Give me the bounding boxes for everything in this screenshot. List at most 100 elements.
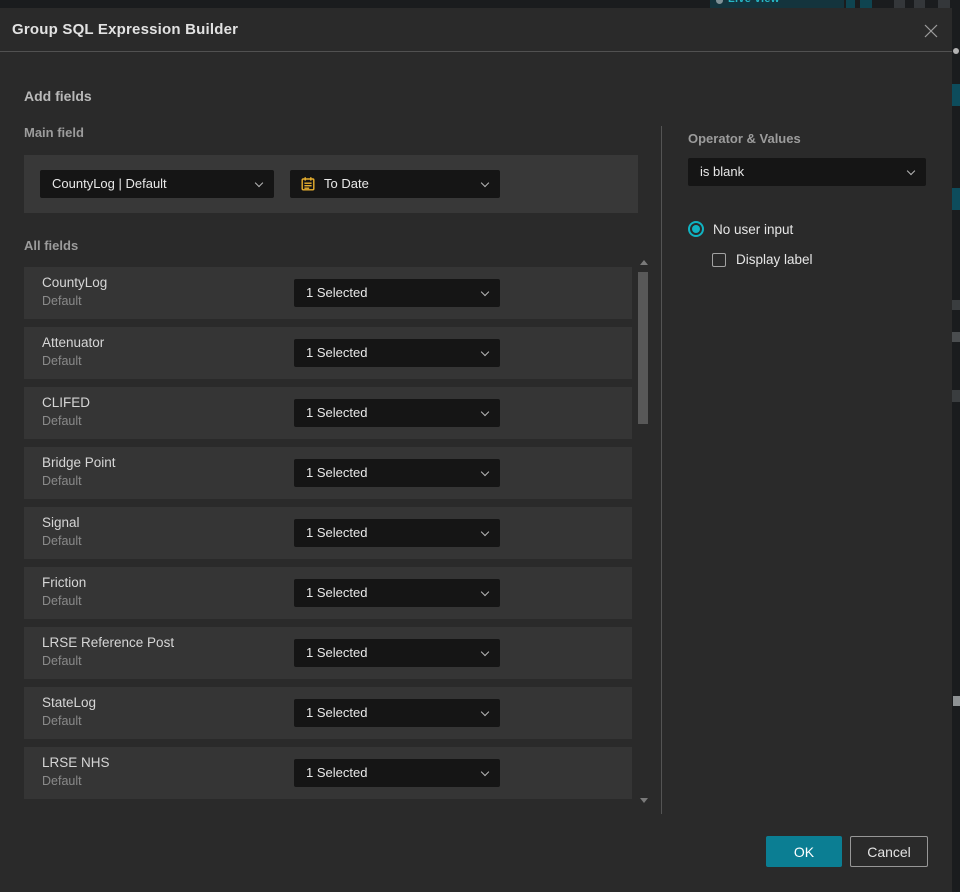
field-row-statelog: StateLog Default 1 Selected xyxy=(24,687,632,739)
ok-button[interactable]: OK xyxy=(766,836,842,867)
field-name: LRSE Reference Post xyxy=(42,635,175,650)
field-subtitle: Default xyxy=(42,534,82,548)
background-panel-fragment xyxy=(952,188,960,210)
chevron-down-icon xyxy=(480,287,490,297)
field-selected-dropdown[interactable]: 1 Selected xyxy=(294,339,500,367)
background-toolbar-fragment xyxy=(894,0,905,8)
close-button[interactable] xyxy=(920,20,942,42)
field-subtitle: Default xyxy=(42,354,82,368)
live-view-dot-icon xyxy=(716,0,723,4)
date-type-dropdown[interactable]: To Date xyxy=(290,170,500,198)
display-label-checkbox[interactable] xyxy=(712,252,726,267)
field-subtitle: Default xyxy=(42,294,82,308)
field-selected-dropdown[interactable]: 1 Selected xyxy=(294,519,500,547)
group-sql-expression-builder-dialog: Group SQL Expression Builder Add fields … xyxy=(0,8,952,892)
field-name: CountyLog xyxy=(42,275,108,290)
chevron-down-icon xyxy=(906,166,916,176)
main-field-container: CountyLog | Default To Date xyxy=(24,155,638,213)
field-selected-dropdown[interactable]: 1 Selected xyxy=(294,699,500,727)
all-fields-label: All fields xyxy=(24,238,79,253)
field-selected-dropdown[interactable]: 1 Selected xyxy=(294,759,500,787)
operator-values-label: Operator & Values xyxy=(688,131,801,146)
field-selected-dropdown[interactable]: 1 Selected xyxy=(294,639,500,667)
chevron-down-icon xyxy=(254,178,264,188)
main-field-label: Main field xyxy=(24,125,84,140)
close-icon xyxy=(924,24,938,38)
field-selected-value: 1 Selected xyxy=(306,645,368,660)
live-view-button[interactable]: Live view xyxy=(710,0,844,8)
main-field-dropdown[interactable]: CountyLog | Default xyxy=(40,170,274,198)
chevron-down-icon xyxy=(480,767,490,777)
field-name: Friction xyxy=(42,575,87,590)
background-toolbar-fragment xyxy=(846,0,855,8)
field-selected-value: 1 Selected xyxy=(306,705,368,720)
cancel-button[interactable]: Cancel xyxy=(850,836,928,867)
field-subtitle: Default xyxy=(42,774,82,788)
background-panel-fragment xyxy=(952,332,960,342)
radio-selected-dot xyxy=(692,225,700,233)
field-subtitle: Default xyxy=(42,414,82,428)
field-row-attenuator: Attenuator Default 1 Selected xyxy=(24,327,632,379)
dialog-title: Group SQL Expression Builder xyxy=(12,21,239,38)
field-selected-value: 1 Selected xyxy=(306,405,368,420)
scrollbar-up-arrow[interactable] xyxy=(640,260,648,265)
field-selected-dropdown[interactable]: 1 Selected xyxy=(294,579,500,607)
display-label-option: Display label xyxy=(712,252,813,267)
scrollbar-down-arrow[interactable] xyxy=(640,798,648,803)
scrollbar-thumb[interactable] xyxy=(638,272,648,424)
field-row-friction: Friction Default 1 Selected xyxy=(24,567,632,619)
chevron-down-icon xyxy=(480,407,490,417)
chevron-down-icon xyxy=(480,347,490,357)
background-panel-fragment xyxy=(952,84,960,106)
field-selected-value: 1 Selected xyxy=(306,345,368,360)
chevron-down-icon xyxy=(480,467,490,477)
dialog-titlebar: Group SQL Expression Builder xyxy=(0,8,952,52)
field-name: LRSE NHS xyxy=(42,755,110,770)
field-selected-dropdown[interactable]: 1 Selected xyxy=(294,279,500,307)
field-row-lrse-nhs: LRSE NHS Default 1 Selected xyxy=(24,747,632,799)
field-subtitle: Default xyxy=(42,654,82,668)
no-user-input-radio[interactable] xyxy=(688,221,704,237)
field-selected-value: 1 Selected xyxy=(306,465,368,480)
background-panel-fragment xyxy=(952,390,960,402)
field-subtitle: Default xyxy=(42,594,82,608)
background-panel-fragment xyxy=(953,696,960,706)
field-selected-dropdown[interactable]: 1 Selected xyxy=(294,459,500,487)
field-subtitle: Default xyxy=(42,714,82,728)
field-subtitle: Default xyxy=(42,474,82,488)
field-selected-dropdown[interactable]: 1 Selected xyxy=(294,399,500,427)
add-fields-heading: Add fields xyxy=(24,88,92,104)
chevron-down-icon xyxy=(480,527,490,537)
no-user-input-option: No user input xyxy=(688,221,793,237)
background-toolbar-fragment xyxy=(860,0,872,8)
background-panel-fragment xyxy=(952,300,960,310)
field-row-countylog: CountyLog Default 1 Selected xyxy=(24,267,632,319)
no-user-input-label: No user input xyxy=(713,221,794,237)
field-row-signal: Signal Default 1 Selected xyxy=(24,507,632,559)
background-toolbar-fragment xyxy=(914,0,925,8)
operator-dropdown[interactable]: is blank xyxy=(688,158,926,186)
panel-divider xyxy=(661,126,662,814)
chevron-down-icon xyxy=(480,647,490,657)
field-name: Signal xyxy=(42,515,80,530)
field-name: Bridge Point xyxy=(42,455,116,470)
field-selected-value: 1 Selected xyxy=(306,285,368,300)
background-toolbar-fragment xyxy=(938,0,950,8)
field-name: StateLog xyxy=(42,695,97,710)
field-name: CLIFED xyxy=(42,395,91,410)
field-row-lrse-reference-post: LRSE Reference Post Default 1 Selected xyxy=(24,627,632,679)
field-selected-value: 1 Selected xyxy=(306,585,368,600)
field-selected-value: 1 Selected xyxy=(306,525,368,540)
chevron-down-icon xyxy=(480,707,490,717)
chevron-down-icon xyxy=(480,178,490,188)
field-row-clifed: CLIFED Default 1 Selected xyxy=(24,387,632,439)
main-field-dropdown-value: CountyLog | Default xyxy=(52,176,167,191)
chevron-down-icon xyxy=(480,587,490,597)
live-view-label: Live view xyxy=(728,0,780,5)
background-badge-fragment xyxy=(953,48,959,54)
operator-dropdown-value: is blank xyxy=(700,164,745,179)
display-label-text: Display label xyxy=(736,252,813,267)
calendar-icon xyxy=(301,177,315,191)
field-name: Attenuator xyxy=(42,335,105,350)
field-selected-value: 1 Selected xyxy=(306,765,368,780)
